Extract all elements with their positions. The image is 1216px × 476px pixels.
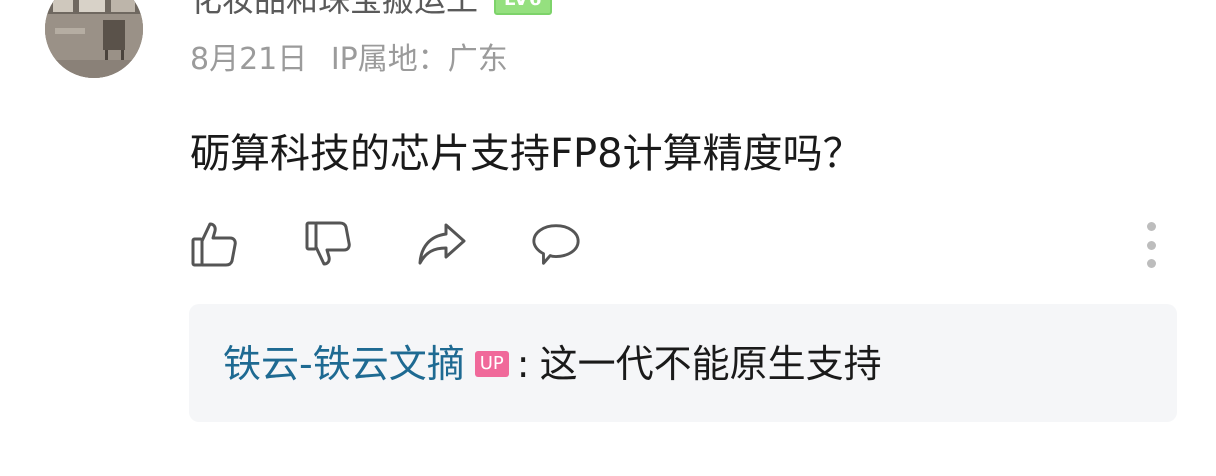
thumbs-up-icon [191,222,237,267]
more-vertical-icon [1146,222,1156,231]
like-button[interactable] [188,218,240,270]
share-icon [418,223,466,265]
more-options-button[interactable] [1136,222,1166,268]
thumbs-down-icon [305,221,351,266]
more-dot [1146,259,1156,268]
comment-date: 8月21日 [190,42,308,77]
level-badge: LV6 [494,0,553,15]
reply-separator: : [516,342,530,386]
comment-text: 砺算科技的芯片支持FP8计算精度吗？ [190,131,863,177]
reply-text: 这一代不能原生支持 [539,342,882,386]
reply-preview[interactable]: 铁云-铁云文摘 UP : 这一代不能原生支持 [189,304,1177,422]
comment-icon [532,224,580,265]
more-dot [1146,240,1156,250]
avatar[interactable] [45,0,143,78]
ip-location: IP属地：广东 [330,42,508,77]
username[interactable]: 化妆品和珠宝搬运工 [190,0,478,22]
reply-author[interactable]: 铁云-铁云文摘 [223,336,465,392]
username-row: 化妆品和珠宝搬运工 LV6 [190,0,553,22]
up-badge: UP [474,351,509,377]
reply-line: 铁云-铁云文摘 UP : 这一代不能原生支持 [223,336,882,392]
dislike-button[interactable] [302,218,354,270]
reply-button[interactable] [530,218,582,270]
share-button[interactable] [416,218,468,270]
comment-actions [188,218,644,270]
comment-item: 化妆品和珠宝搬运工 LV6 8月21日 IP属地：广东 砺算科技的芯片支持FP8… [0,0,1216,476]
comment-meta: 8月21日 IP属地：广东 [190,38,508,82]
